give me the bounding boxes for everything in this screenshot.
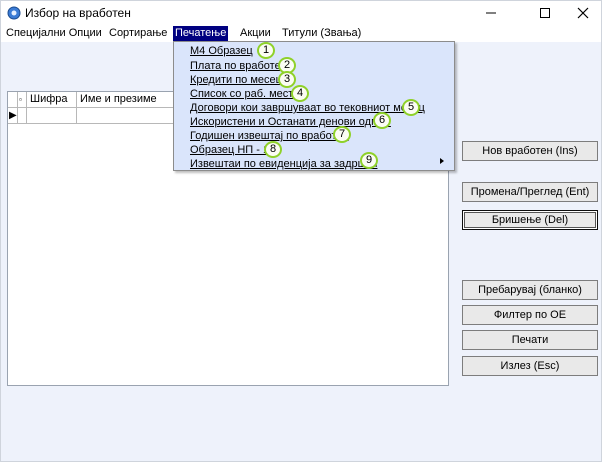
menu-titles[interactable]: Титули (Звања)	[280, 26, 363, 41]
menu-item-np1-form[interactable]: Образец НП - 1	[190, 143, 269, 157]
app-window: Избор на вработен Специјални Опции Сорти…	[0, 0, 602, 462]
grid-indicator-header	[8, 92, 18, 108]
new-employee-button[interactable]: Нов вработен (Ins)	[462, 141, 598, 161]
grid-selector-header[interactable]: ▫	[18, 92, 27, 108]
minimize-icon[interactable]	[469, 1, 513, 25]
column-header-name[interactable]: Име и презиме	[77, 92, 177, 108]
badge-9: 9	[360, 152, 378, 169]
change-view-button[interactable]: Промена/Преглед (Ent)	[462, 182, 598, 202]
menu-item-m4-form[interactable]: М4 Образец	[190, 44, 253, 58]
cell-code[interactable]	[27, 108, 77, 124]
badge-3: 3	[278, 71, 296, 88]
printing-dropdown-menu: М4 Образец 1 Плата по вработен 2 Кредити…	[173, 41, 455, 171]
badge-5: 5	[402, 99, 420, 116]
column-header-code[interactable]: Шифра	[27, 92, 77, 108]
badge-6: 6	[373, 112, 391, 129]
app-icon	[7, 6, 21, 20]
row-indicator-icon: ▶	[8, 108, 18, 124]
exit-button[interactable]: Излез (Esc)	[462, 356, 598, 376]
menu-actions[interactable]: Акции	[238, 26, 273, 41]
menu-item-salary-per-employee[interactable]: Плата по вработен	[190, 59, 287, 73]
menu-item-deductions-reports[interactable]: Извештаи по евиденција за задршки	[190, 157, 377, 171]
cell-name[interactable]	[77, 108, 177, 124]
filter-button[interactable]: Филтер по ОЕ	[462, 305, 598, 325]
print-button[interactable]: Печати	[462, 330, 598, 350]
search-button[interactable]: Пребарувај (бланко)	[462, 280, 598, 300]
menu-printing[interactable]: Печатење	[173, 26, 229, 41]
menu-special-options[interactable]: Специјални Опции	[4, 26, 104, 41]
badge-4: 4	[291, 85, 309, 102]
row-selector[interactable]	[18, 108, 27, 124]
title-bar: Избор на вработен	[1, 1, 601, 25]
window-title: Избор на вработен	[25, 6, 131, 20]
badge-1: 1	[257, 42, 275, 59]
close-icon[interactable]	[561, 1, 602, 25]
menu-bar: Специјални Опции Сортирање Печатење Акци…	[1, 25, 601, 42]
delete-button[interactable]: Бришење (Del)	[462, 210, 598, 230]
menu-sorting[interactable]: Сортирање	[107, 26, 169, 41]
menu-item-credits-by-month[interactable]: Кредити по месеци	[190, 73, 288, 87]
badge-8: 8	[264, 141, 282, 158]
menu-item-vacation-days[interactable]: Искористени и Останати денови одмор	[190, 115, 391, 129]
badge-7: 7	[333, 126, 351, 143]
menu-item-expiring-contracts[interactable]: Договори кои завршуваат во тековниот мес…	[190, 101, 425, 115]
menu-item-work-places-list[interactable]: Список со раб. места	[190, 87, 299, 101]
submenu-arrow-icon	[440, 158, 444, 164]
